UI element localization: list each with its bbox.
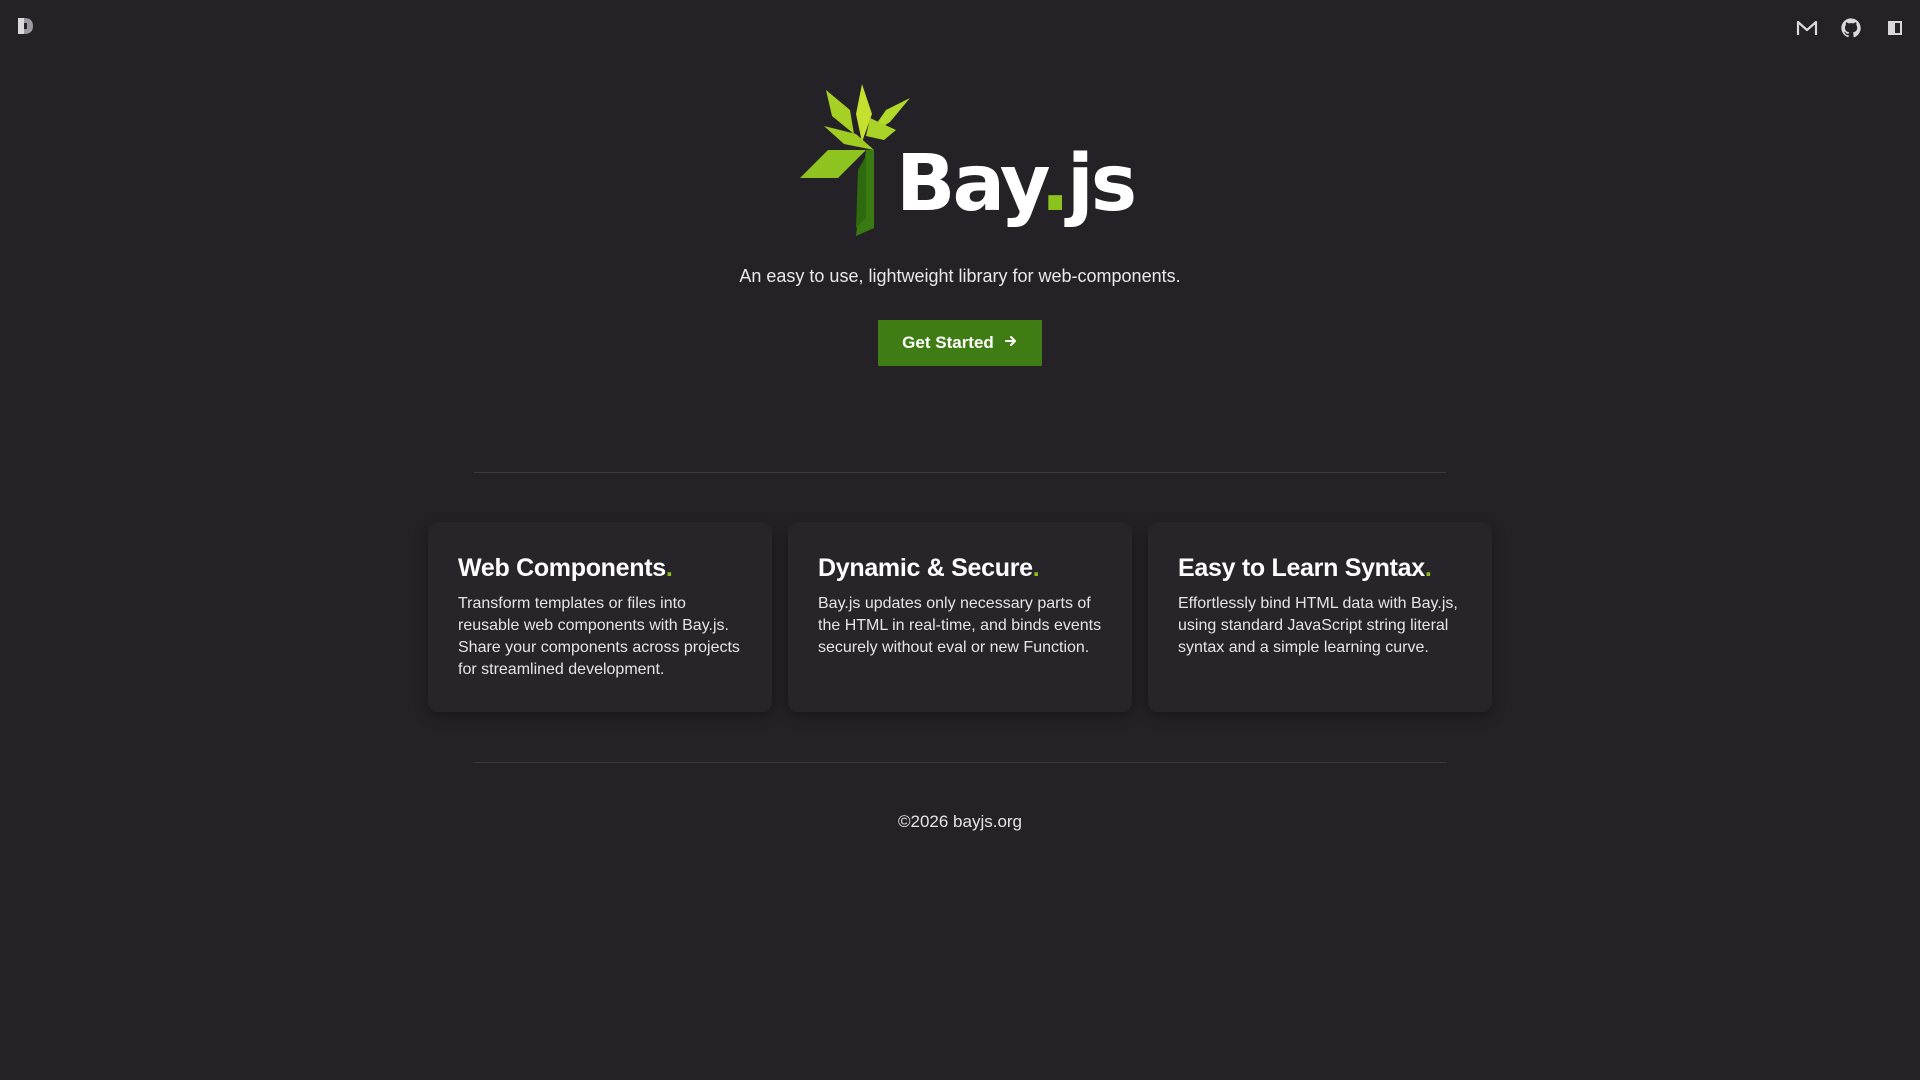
feature-title: Easy to Learn Syntax. [1178, 554, 1462, 583]
footer-copyright: ©2026 bayjs.org [897, 812, 1023, 831]
bayjs-mark-icon[interactable] [17, 16, 35, 36]
logo-word-js: js [1067, 139, 1137, 229]
arrow-right-icon [1004, 333, 1018, 353]
feature-title-text: Easy to Learn Syntax [1178, 554, 1425, 582]
logo-wordmark: Bay.js [896, 139, 1137, 229]
logo-word-dot: . [1040, 139, 1070, 229]
feature-body: Transform templates or files into reusab… [458, 595, 740, 678]
feature-title-dot: . [665, 554, 673, 582]
mail-icon[interactable] [1796, 17, 1818, 39]
logo-word-bay: Bay [896, 139, 1043, 229]
feature-title-text: Dynamic & Secure [818, 554, 1033, 582]
github-icon[interactable] [1840, 17, 1862, 39]
top-divider [474, 472, 1446, 473]
feature-cards: Web Components. Transform templates or f… [428, 522, 1492, 712]
feature-card-easy-syntax: Easy to Learn Syntax. Effortlessly bind … [1148, 522, 1492, 712]
feature-title: Web Components. [458, 554, 742, 583]
top-icon-group [1796, 17, 1906, 39]
feature-title-dot: . [1424, 554, 1432, 582]
feature-title-dot: . [1032, 554, 1040, 582]
top-bar [0, 0, 1920, 56]
get-started-button[interactable]: Get Started [878, 320, 1042, 366]
hero-section: Bay.js An easy to use, lightweight libra… [0, 78, 1920, 366]
feature-title-text: Web Components [458, 554, 666, 582]
feature-body: Bay.js updates only necessary parts of t… [818, 595, 1102, 656]
get-started-label: Get Started [902, 333, 994, 352]
tagline: An easy to use, lightweight library for … [739, 266, 1181, 286]
feature-card-web-components: Web Components. Transform templates or f… [428, 522, 772, 712]
bayjs-logo: Bay.js [800, 78, 1137, 238]
feature-card-dynamic-secure: Dynamic & Secure. Bay.js updates only ne… [788, 522, 1132, 712]
feature-title: Dynamic & Secure. [818, 554, 1102, 583]
feature-body: Effortlessly bind HTML data with Bay.js,… [1178, 595, 1458, 656]
bottom-divider [474, 762, 1446, 763]
sidebar-toggle-icon[interactable] [1884, 17, 1906, 39]
leaf-emblem-icon [800, 84, 910, 236]
